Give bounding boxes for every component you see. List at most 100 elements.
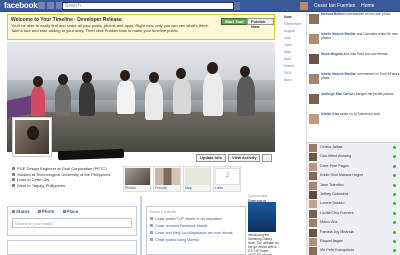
- online-dot-icon: [393, 230, 396, 234]
- date-nav-item[interactable]: July: [282, 35, 304, 42]
- online-dot-icon: [393, 164, 396, 168]
- date-nav-item[interactable]: April: [282, 56, 304, 63]
- cover-person: [117, 80, 135, 114]
- date-nav-item[interactable]: May: [282, 49, 304, 56]
- status-composer: Status Photo Place What's on your mind?: [7, 206, 137, 236]
- cover-person: [79, 82, 95, 116]
- avatar: [309, 14, 319, 24]
- avatar: [309, 209, 317, 218]
- update-info-button[interactable]: Update Info: [196, 154, 226, 162]
- avatar: [309, 74, 319, 84]
- search-input[interactable]: Search: [62, 2, 240, 10]
- photos-thumb[interactable]: Photos: [123, 166, 151, 192]
- chat-friend[interactable]: Pamela Joy Miranda: [307, 228, 400, 237]
- avatar: [309, 190, 317, 199]
- map-thumb[interactable]: Map: [183, 166, 211, 192]
- status-input[interactable]: What's on your mind?: [12, 218, 132, 228]
- avatar: [309, 114, 319, 124]
- friends-thumb[interactable]: Friends: [153, 166, 181, 192]
- messages-icon[interactable]: [47, 2, 54, 9]
- avatar: [309, 34, 319, 44]
- ticker-item[interactable]: Melissa Balbrez commented on her own pho…: [307, 12, 400, 32]
- view-activity-button[interactable]: View Activity: [228, 154, 261, 162]
- online-dot-icon: [393, 183, 396, 187]
- date-nav-item[interactable]: August: [282, 28, 304, 35]
- likes-thumb[interactable]: 2 Likes: [213, 166, 241, 192]
- recent-activity-title: Recent Activity: [150, 209, 177, 214]
- ticker-item[interactable]: Isbelle Malone Barillar commented on Tru…: [307, 72, 400, 92]
- timeline-welcome-banner: Welcome to Your Timeline · Developer Rel…: [7, 14, 275, 40]
- chat-friend[interactable]: Dave Pete Pagco: [307, 162, 400, 171]
- ticker-item[interactable]: Ikibiko Kiss wrote on Aj Tolentino's wal…: [307, 112, 400, 132]
- activity-icon: [150, 224, 153, 227]
- activity-item[interactable]: Cesar posted using Mambo: [150, 237, 242, 244]
- date-nav-item[interactable]: 2011: [282, 70, 304, 77]
- cover-person: [203, 72, 223, 116]
- chat-friend[interactable]: Lorene Dutado: [307, 199, 400, 209]
- graduation-cap-icon: [12, 172, 15, 176]
- recent-activity: Recent Activity Cesar added TOP Viewer i…: [146, 206, 246, 255]
- online-dot-icon: [393, 146, 396, 149]
- activity-icon: [150, 231, 153, 234]
- avatar[interactable]: [300, 2, 308, 10]
- cover-person-head: [207, 62, 218, 74]
- avatar: [309, 181, 317, 190]
- ticker-item[interactable]: Ashleigh Mae Carica changed her profile …: [307, 92, 400, 112]
- date-nav-item[interactable]: Born: [282, 77, 304, 84]
- timeline-spine: [140, 196, 142, 255]
- location-icon: [12, 183, 15, 187]
- gear-icon[interactable]: [262, 154, 273, 162]
- ad-image[interactable]: [248, 202, 276, 232]
- chat-friend[interactable]: Jeffrey Cabanera: [307, 190, 400, 199]
- cover-person-head: [58, 74, 68, 85]
- cover-person: [145, 82, 163, 120]
- avatar: [309, 247, 317, 255]
- avatar: [309, 172, 317, 181]
- date-nav-item[interactable]: March: [282, 63, 304, 70]
- ticker-item[interactable]: Mona Megalla and Ivan Reid are now frien…: [307, 52, 400, 72]
- chat-friend[interactable]: Cecilia Jalilas: [307, 143, 400, 152]
- tab-photo[interactable]: Photo: [37, 209, 55, 214]
- online-dot-icon: [393, 221, 396, 225]
- home-icon: [12, 178, 15, 182]
- cover-person-head: [149, 72, 159, 83]
- pin-icon: [62, 210, 66, 213]
- publish-now-button[interactable]: Publish Now: [247, 18, 274, 29]
- home-link[interactable]: Home: [361, 3, 374, 9]
- tab-place[interactable]: Place: [62, 209, 78, 214]
- profile-picture[interactable]: [12, 117, 52, 157]
- cover-person: [173, 78, 191, 114]
- tab-status[interactable]: Status: [12, 209, 30, 214]
- chat-friend[interactable]: Lucilla Chiu Fuentes: [307, 209, 400, 218]
- chat-friend[interactable]: Carl Alfred Abasing: [307, 152, 400, 162]
- date-nav-item[interactable]: September: [282, 21, 304, 28]
- date-nav-item[interactable]: Now: [282, 14, 304, 21]
- composer-tabs: Status Photo Place: [8, 207, 136, 216]
- user-name-link[interactable]: Cesar Ian Fuentes: [314, 3, 355, 9]
- activity-item[interactable]: Cesar received Facebook Mobile: [150, 223, 242, 230]
- friend-requests-icon[interactable]: [38, 2, 45, 9]
- activity-icon: [150, 238, 153, 241]
- activity-item[interactable]: Cesar added TOP Viewer in his education: [150, 216, 242, 223]
- chat-friend[interactable]: Vin Pete Evangelista: [307, 246, 400, 255]
- news-ticker: Melissa Balbrez commented on her own pho…: [306, 12, 400, 142]
- profile-info: PGE Design Engineer at Goal Corporation …: [12, 166, 124, 188]
- ticker-item[interactable]: Isbelle Malone Barillar and Gonzales sha…: [307, 32, 400, 52]
- cover-sea: [7, 80, 275, 100]
- chat-friend[interactable]: Eddie Rios Marana Hugoe: [307, 171, 400, 181]
- avatar: [309, 237, 317, 246]
- notification-icons: [38, 2, 63, 10]
- date-nav-item[interactable]: June: [282, 42, 304, 49]
- facebook-logo[interactable]: facebook: [4, 0, 38, 12]
- cover-person: [237, 76, 255, 116]
- start-tour-button[interactable]: Start Tour: [221, 18, 248, 25]
- welcome-body: You'll be able to easily find and share …: [11, 23, 209, 33]
- chat-friend[interactable]: Raquel Ilagan: [307, 237, 400, 246]
- chat-friend[interactable]: Jane Tolentino: [307, 181, 400, 190]
- avatar: [309, 200, 317, 209]
- chat-friend[interactable]: Marco Alor: [307, 218, 400, 228]
- cover-person-head: [82, 72, 92, 83]
- pencil-icon: [12, 210, 15, 213]
- activity-item[interactable]: Cesar and Mary Lou Magallanes are now fr…: [150, 230, 242, 237]
- search-icon[interactable]: [233, 2, 240, 10]
